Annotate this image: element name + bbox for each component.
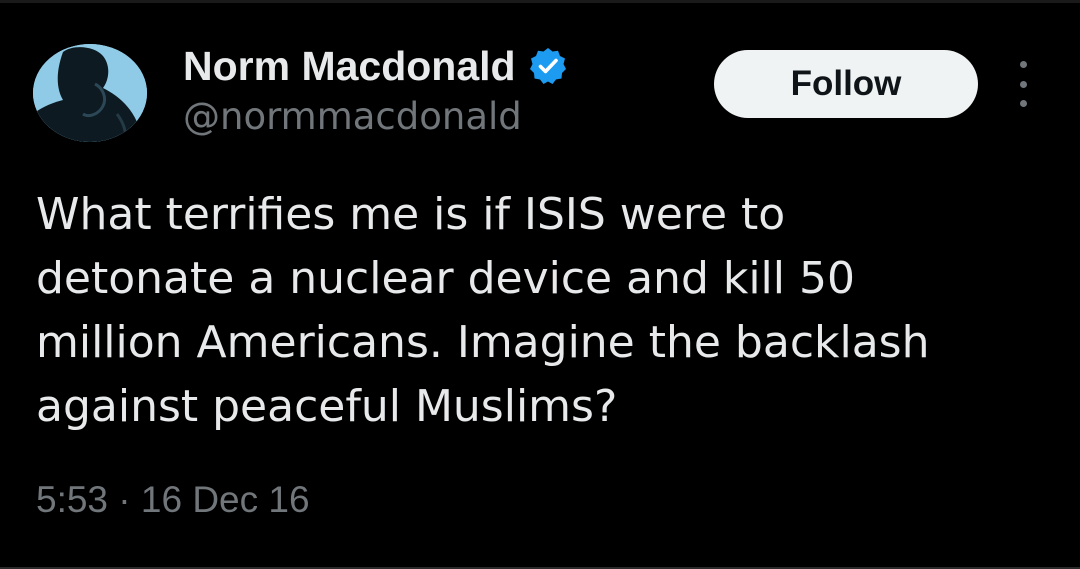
tweet-text: What terrifies me is if ISIS were to det…	[36, 183, 1056, 439]
author-name-row: Norm Macdonald	[183, 41, 568, 91]
author-avatar[interactable]	[33, 44, 147, 142]
tweet-text-line: What terrifies me is if ISIS were to	[36, 189, 786, 240]
tweet-card: Norm Macdonald @normmacdonald Follow Wha…	[0, 0, 1080, 569]
more-vertical-icon	[1019, 80, 1027, 88]
tweet-text-line: million Americans. Imagine the backlash	[36, 317, 930, 368]
follow-button[interactable]: Follow	[714, 50, 978, 118]
author-handle[interactable]: @normmacdonald	[183, 95, 522, 138]
tweet-text-line: against peaceful Muslims?	[36, 381, 618, 432]
more-options-button[interactable]	[1008, 61, 1038, 107]
profile-photo-icon	[33, 44, 147, 142]
tweet-timestamp[interactable]: 5:53 · 16 Dec 16	[36, 479, 310, 521]
verified-badge-icon	[528, 46, 568, 86]
author-display-name[interactable]: Norm Macdonald	[183, 43, 516, 90]
tweet-text-line: detonate a nuclear device and kill 50	[36, 253, 855, 304]
more-vertical-icon	[1019, 100, 1027, 107]
more-vertical-icon	[1019, 61, 1027, 68]
